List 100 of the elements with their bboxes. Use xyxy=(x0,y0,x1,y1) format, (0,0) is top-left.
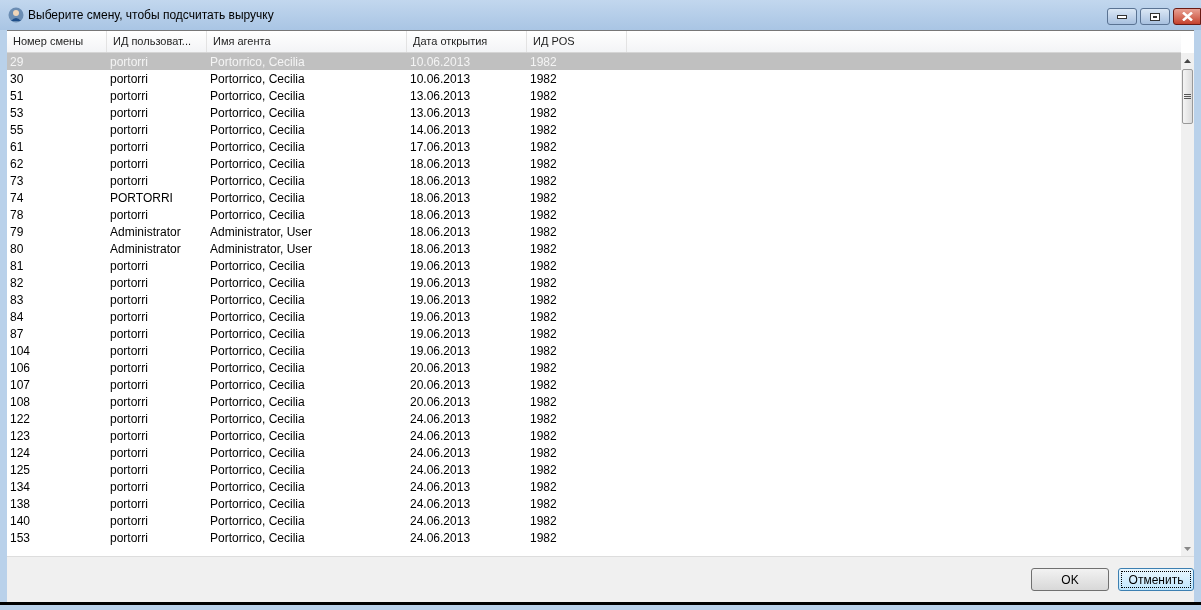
table-row[interactable]: 79 Administrator Administrator, User 18.06.2013 1982 xyxy=(7,223,1181,240)
column-header[interactable]: Дата открытия xyxy=(407,31,527,52)
table-cell: 24.06.2013 xyxy=(410,479,471,494)
table-row[interactable]: 134 portorri Portorrico, Cecilia 24.06.2013 1982 xyxy=(7,478,1181,495)
table-cell: 107 xyxy=(10,377,31,392)
table-row[interactable]: 107 portorri Portorrico, Cecilia 20.06.2013 1982 xyxy=(7,376,1181,393)
maximize-icon xyxy=(1150,12,1160,21)
table-cell: Portorrico, Cecilia xyxy=(210,139,305,154)
table-cell: 1982 xyxy=(530,71,557,86)
table-cell: Portorrico, Cecilia xyxy=(210,428,305,443)
table-row[interactable]: 80 Administrator Administrator, User 18.06.2013 1982 xyxy=(7,240,1181,257)
table-row[interactable]: 123 portorri Portorrico, Cecilia 24.06.2013 1982 xyxy=(7,427,1181,444)
table-cell: 1982 xyxy=(530,394,557,409)
minimize-button[interactable] xyxy=(1107,8,1137,25)
table-cell: portorri xyxy=(110,292,148,307)
table-cell: 1982 xyxy=(530,207,557,222)
table-cell: 24.06.2013 xyxy=(410,411,471,426)
maximize-button[interactable] xyxy=(1140,8,1170,25)
table-row[interactable]: 124 portorri Portorrico, Cecilia 24.06.2013 1982 xyxy=(7,444,1181,461)
table-cell: 30 xyxy=(10,71,24,86)
table-row[interactable]: 51 portorri Portorrico, Cecilia 13.06.2013 1982 xyxy=(7,87,1181,104)
table-cell: Portorrico, Cecilia xyxy=(210,207,305,222)
table-row[interactable]: 78 portorri Portorrico, Cecilia 18.06.2013 1982 xyxy=(7,206,1181,223)
table-cell: 1982 xyxy=(530,139,557,154)
table-cell: 138 xyxy=(10,496,31,511)
table-cell: 19.06.2013 xyxy=(410,343,471,358)
table-cell: 18.06.2013 xyxy=(410,224,471,239)
table-cell: 1982 xyxy=(530,258,557,273)
table-cell: portorri xyxy=(110,309,148,324)
table-cell: portorri xyxy=(110,411,148,426)
column-header[interactable]: Номер смены xyxy=(7,31,107,52)
table-row[interactable]: 62 portorri Portorrico, Cecilia 18.06.2013 1982 xyxy=(7,155,1181,172)
table-row[interactable]: 108 portorri Portorrico, Cecilia 20.06.2013 1982 xyxy=(7,393,1181,410)
table-cell: 20.06.2013 xyxy=(410,377,471,392)
table-row[interactable]: 82 portorri Portorrico, Cecilia 19.06.2013 1982 xyxy=(7,274,1181,291)
table-cell: 1982 xyxy=(530,156,557,171)
table-cell: Portorrico, Cecilia xyxy=(210,275,305,290)
table-cell: portorri xyxy=(110,207,148,222)
table-cell: portorri xyxy=(110,105,148,120)
table-cell: 1982 xyxy=(530,377,557,392)
ok-button[interactable]: OK xyxy=(1031,568,1109,591)
table-row[interactable]: 106 portorri Portorrico, Cecilia 20.06.2013 1982 xyxy=(7,359,1181,376)
table-cell: 1982 xyxy=(530,496,557,511)
table-cell: 13.06.2013 xyxy=(410,105,471,120)
table-cell: 1982 xyxy=(530,326,557,341)
column-header[interactable]: ИД пользоват... xyxy=(107,31,207,52)
column-header[interactable]: ИД POS xyxy=(527,31,627,52)
table-cell: 13.06.2013 xyxy=(410,88,471,103)
cancel-button[interactable]: Отменить xyxy=(1118,568,1194,591)
scroll-thumb[interactable] xyxy=(1182,69,1193,124)
table-cell: 104 xyxy=(10,343,31,358)
close-button[interactable] xyxy=(1173,8,1201,25)
table-row[interactable]: 138 portorri Portorrico, Cecilia 24.06.2013 1982 xyxy=(7,495,1181,512)
table-cell: 18.06.2013 xyxy=(410,190,471,205)
table-row[interactable]: 125 portorri Portorrico, Cecilia 24.06.2013 1982 xyxy=(7,461,1181,478)
table-cell: 1982 xyxy=(530,173,557,188)
table-row[interactable]: 53 portorri Portorrico, Cecilia 13.06.2013 1982 xyxy=(7,104,1181,121)
table-cell: 1982 xyxy=(530,190,557,205)
minimize-icon xyxy=(1117,14,1127,19)
table-row[interactable]: 87 portorri Portorrico, Cecilia 19.06.2013 1982 xyxy=(7,325,1181,342)
table-row[interactable]: 30 portorri Portorrico, Cecilia 10.06.2013 1982 xyxy=(7,70,1181,87)
table-row[interactable]: 61 portorri Portorrico, Cecilia 17.06.2013 1982 xyxy=(7,138,1181,155)
table-cell: portorri xyxy=(110,428,148,443)
table-cell: Portorrico, Cecilia xyxy=(210,377,305,392)
table-cell: portorri xyxy=(110,394,148,409)
grip-icon xyxy=(1184,93,1191,100)
table-cell: portorri xyxy=(110,122,148,137)
table-cell: 87 xyxy=(10,326,24,341)
table-cell: Portorrico, Cecilia xyxy=(210,71,305,86)
table-row[interactable]: 140 portorri Portorrico, Cecilia 24.06.2013 1982 xyxy=(7,512,1181,529)
table-row[interactable]: 74 PORTORRI Portorrico, Cecilia 18.06.2013 1982 xyxy=(7,189,1181,206)
table-cell: 1982 xyxy=(530,513,557,528)
table-cell: portorri xyxy=(110,326,148,341)
table-cell: 123 xyxy=(10,428,31,443)
table-row[interactable]: 55 portorri Portorrico, Cecilia 14.06.2013 1982 xyxy=(7,121,1181,138)
scrollbar[interactable] xyxy=(1181,53,1194,556)
table-row[interactable]: 153 portorri Portorrico, Cecilia 24.06.2013 1982 xyxy=(7,529,1181,546)
table-row[interactable]: 81 portorri Portorrico, Cecilia 19.06.2013 1982 xyxy=(7,257,1181,274)
table-row[interactable]: 83 portorri Portorrico, Cecilia 19.06.2013 1982 xyxy=(7,291,1181,308)
table-cell: Portorrico, Cecilia xyxy=(210,360,305,375)
table-cell: portorri xyxy=(110,71,148,86)
table-row[interactable]: 104 portorri Portorrico, Cecilia 19.06.2013 1982 xyxy=(7,342,1181,359)
table-cell: Administrator xyxy=(110,241,181,256)
table-cell: 106 xyxy=(10,360,31,375)
column-header[interactable]: Имя агента xyxy=(207,31,407,52)
table-cell: Portorrico, Cecilia xyxy=(210,173,305,188)
table-cell: Portorrico, Cecilia xyxy=(210,156,305,171)
table-cell: 61 xyxy=(10,139,24,154)
table-row[interactable]: 73 portorri Portorrico, Cecilia 18.06.2013 1982 xyxy=(7,172,1181,189)
table-cell: 18.06.2013 xyxy=(410,207,471,222)
table-row[interactable]: 122 portorri Portorrico, Cecilia 24.06.2013 1982 xyxy=(7,410,1181,427)
table-cell: Portorrico, Cecilia xyxy=(210,326,305,341)
table-cell: Portorrico, Cecilia xyxy=(210,513,305,528)
table-cell: Portorrico, Cecilia xyxy=(210,445,305,460)
table-row[interactable]: 84 portorri Portorrico, Cecilia 19.06.2013 1982 xyxy=(7,308,1181,325)
close-icon xyxy=(1181,12,1193,21)
table-cell: 62 xyxy=(10,156,24,171)
table-cell: portorri xyxy=(110,530,148,545)
table-cell: 83 xyxy=(10,292,24,307)
table-cell: 55 xyxy=(10,122,24,137)
